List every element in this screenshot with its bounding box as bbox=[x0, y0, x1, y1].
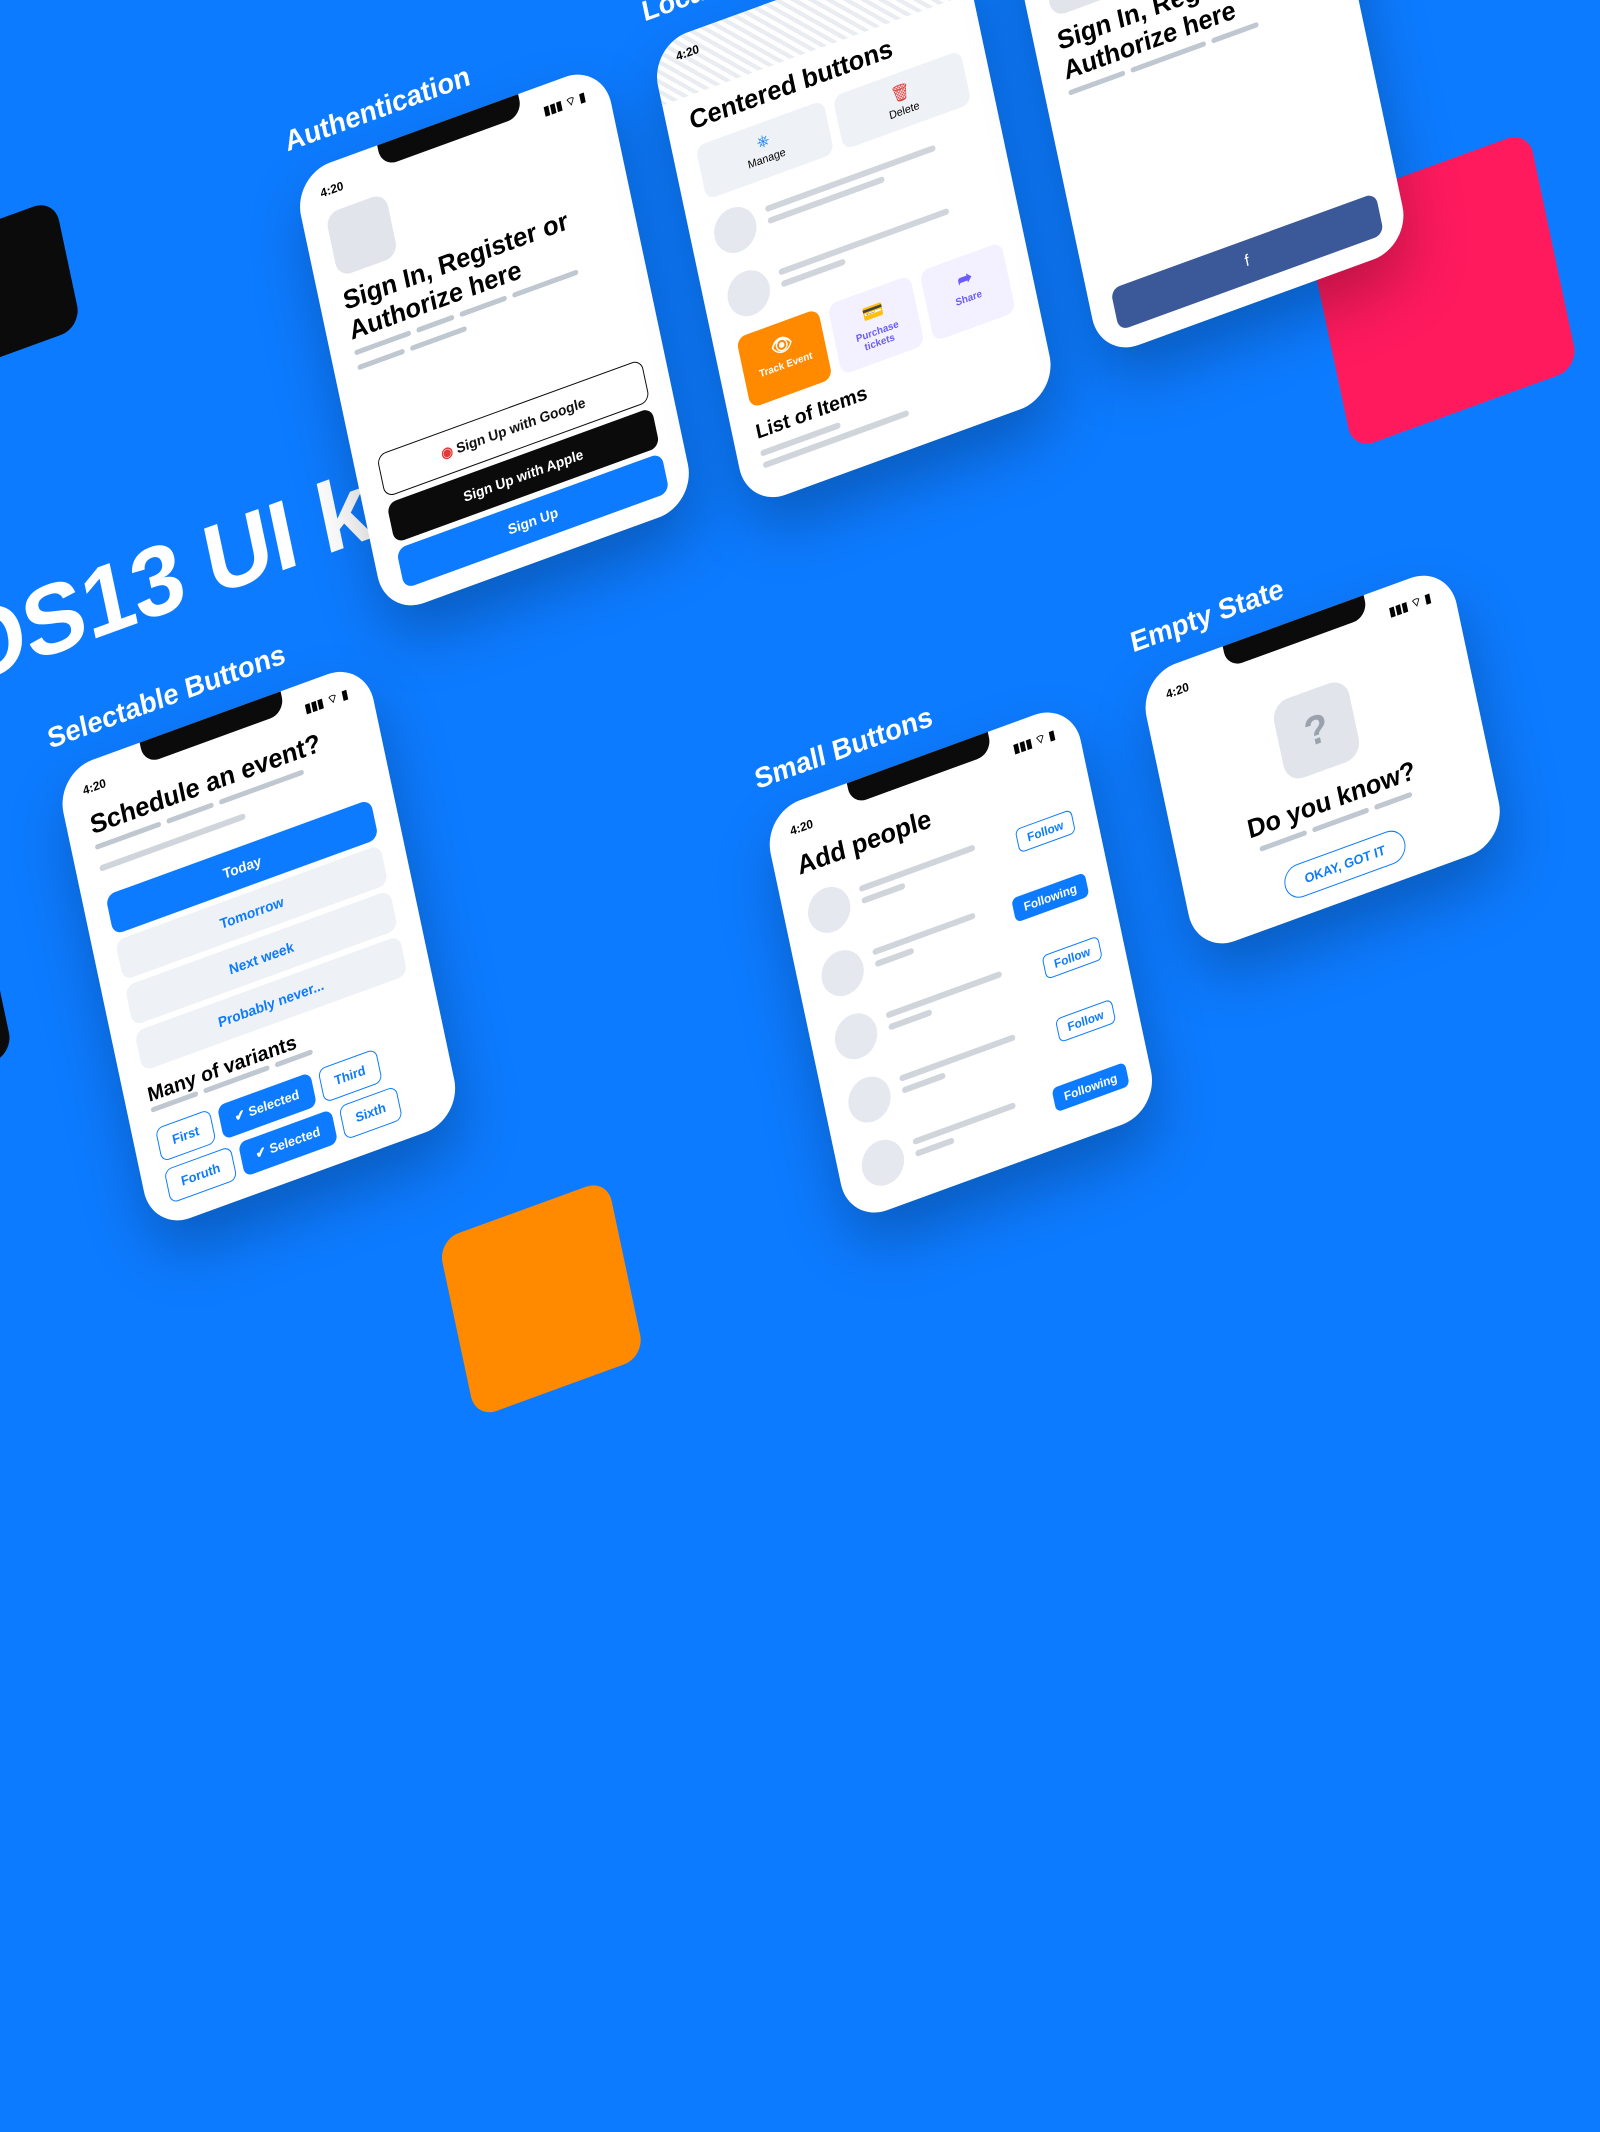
follow-button[interactable]: Follow bbox=[1055, 999, 1116, 1043]
google-icon: ◉ bbox=[440, 442, 455, 462]
following-button[interactable]: Following bbox=[1011, 872, 1089, 922]
phone-centered: 4:20 Centered buttons ⎈Manage 🗑Delete 👁T… bbox=[650, 0, 1058, 508]
status-time: 4:20 bbox=[319, 178, 345, 200]
status-time: 4:20 bbox=[82, 775, 108, 797]
following-button[interactable]: Following bbox=[1051, 1062, 1129, 1112]
follow-button[interactable]: Follow bbox=[1041, 935, 1102, 979]
avatar-placeholder bbox=[710, 201, 761, 260]
signal-icon: ▮▮▮ bbox=[303, 695, 325, 717]
avatar-placeholder bbox=[723, 264, 774, 323]
facebook-icon: f bbox=[1243, 252, 1251, 270]
decor-black-2 bbox=[0, 966, 14, 1086]
decor-black bbox=[0, 199, 82, 372]
follow-button[interactable]: Follow bbox=[1015, 809, 1076, 853]
wifi-icon: ⌔ bbox=[326, 690, 340, 709]
status-time: 4:20 bbox=[1165, 679, 1191, 701]
phone-selectable: 4:20 ▮▮▮⌔▮ Schedule an event? Today Tomo… bbox=[55, 661, 462, 1232]
phone-small: 4:20▮▮▮ ⌔ ▮ Add people Follow Following … bbox=[762, 701, 1159, 1224]
status-icons: ▮▮▮ ⌔ ▮ bbox=[542, 89, 587, 119]
status-time: 4:20 bbox=[789, 816, 815, 838]
status-time: 4:20 bbox=[675, 42, 701, 64]
question-icon: ? bbox=[1270, 677, 1362, 783]
avatar-placeholder bbox=[804, 881, 855, 940]
decor-orange bbox=[438, 1179, 645, 1418]
battery-icon: ▮ bbox=[340, 687, 349, 704]
